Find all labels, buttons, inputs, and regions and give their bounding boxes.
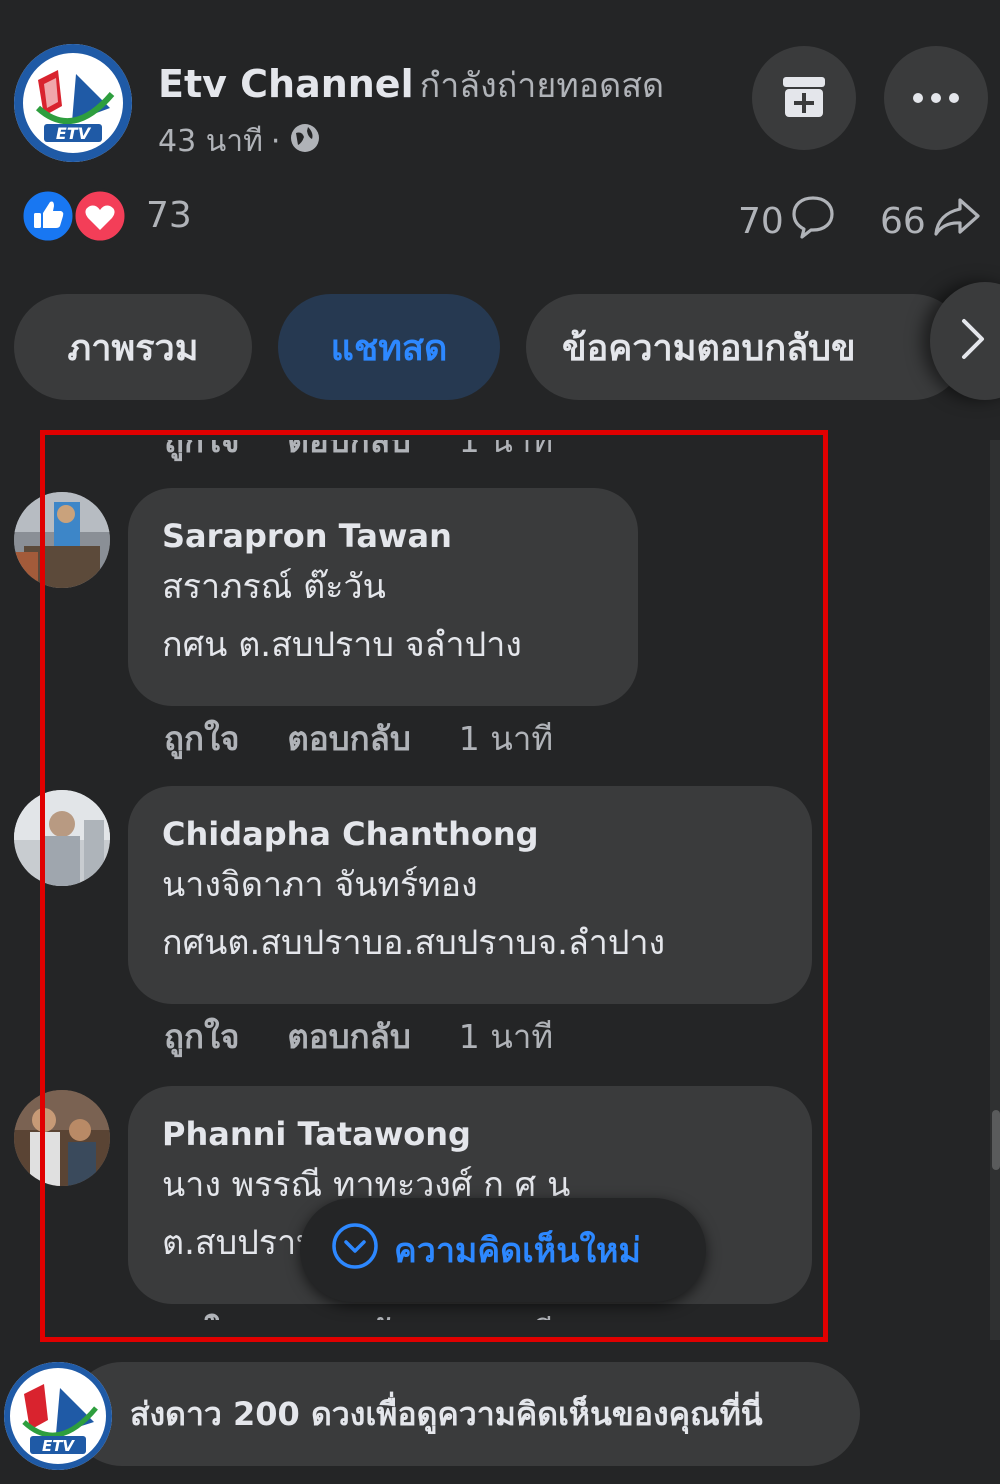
reply-link[interactable]: ตอบกลับ bbox=[287, 440, 410, 467]
tab-live-chat[interactable]: แชทสด bbox=[278, 294, 500, 400]
composer-placeholder: ส่งดาว 200 ดวงเพื่อดูความคิดเห็นของคุณที… bbox=[130, 1394, 763, 1433]
comment-bubble: Chidapha Chanthong นางจิดาภา จันทร์ทอง ก… bbox=[128, 786, 812, 1004]
post-title: Etv Channel กำลังถ่ายทอดสด bbox=[158, 58, 664, 112]
live-status: กำลังถ่ายทอดสด bbox=[419, 66, 665, 106]
comment-actions: ถูกใจ ตอบกลับ 1 นาที bbox=[164, 1306, 553, 1320]
like-link[interactable]: ถูกใจ bbox=[164, 712, 239, 765]
post-time[interactable]: 43 นาที bbox=[158, 118, 263, 165]
composer-avatar: ETV bbox=[4, 1362, 112, 1470]
chevron-down-circle-icon bbox=[330, 1221, 380, 1280]
tab-replies[interactable]: ข้อความตอบกลับข bbox=[526, 294, 966, 400]
comment-composer[interactable]: ส่งดาว 200 ดวงเพื่อดูความคิดเห็นของคุณที… bbox=[70, 1362, 860, 1466]
comment-text-line: นางจิดาภา จันทร์ทอง bbox=[162, 865, 478, 905]
reaction-count[interactable]: 73 bbox=[146, 195, 192, 236]
comment-count: 70 bbox=[738, 201, 784, 242]
more-options-button[interactable] bbox=[884, 46, 988, 150]
like-reaction-icon bbox=[20, 188, 76, 244]
avatar[interactable] bbox=[14, 1090, 110, 1186]
reply-link[interactable]: ตอบกลับ bbox=[287, 1306, 410, 1320]
comment-time[interactable]: 1 นาที bbox=[459, 1306, 553, 1320]
comment-time[interactable]: 1 นาที bbox=[459, 440, 553, 467]
comment-author[interactable]: Chidapha Chanthong bbox=[162, 812, 776, 856]
share-count-stat[interactable]: 66 bbox=[880, 194, 982, 249]
comment-text-line: กศน ต.สบปราบ จลำปาง bbox=[162, 625, 522, 665]
comment-actions-partial: ถูกใจ ตอบกลับ 1 นาที bbox=[164, 440, 553, 467]
avatar[interactable] bbox=[14, 790, 110, 886]
etv-logo-icon: ETV bbox=[6, 1364, 110, 1468]
comment-text-line: สราภรณ์ ต๊ะวัน bbox=[162, 567, 386, 607]
comment-time[interactable]: 1 นาที bbox=[459, 712, 553, 765]
like-link[interactable]: ถูกใจ bbox=[164, 1010, 239, 1063]
page-avatar-logo[interactable]: ETV bbox=[14, 44, 132, 162]
share-icon bbox=[932, 194, 982, 249]
love-reaction-icon bbox=[72, 188, 128, 244]
meta-separator: · bbox=[270, 124, 281, 159]
comment-icon bbox=[790, 194, 836, 249]
tab-overview[interactable]: ภาพรวม bbox=[14, 294, 252, 400]
comment-actions: ถูกใจ ตอบกลับ 1 นาที bbox=[164, 712, 553, 765]
reactions-summary[interactable] bbox=[20, 188, 132, 244]
reply-link[interactable]: ตอบกลับ bbox=[287, 1010, 410, 1063]
logo-text: ETV bbox=[42, 1437, 75, 1455]
more-icon bbox=[911, 89, 961, 108]
reply-link[interactable]: ตอบกลับ bbox=[287, 712, 410, 765]
globe-icon bbox=[288, 121, 322, 163]
comment-actions: ถูกใจ ตอบกลับ 1 นาที bbox=[164, 1010, 553, 1063]
new-comments-button[interactable]: ความคิดเห็นใหม่ bbox=[300, 1198, 706, 1302]
chevron-right-icon bbox=[960, 317, 986, 365]
comment-count-stat[interactable]: 70 bbox=[738, 194, 836, 249]
like-link[interactable]: ถูกใจ bbox=[164, 1306, 239, 1320]
comment-time[interactable]: 1 นาที bbox=[459, 1010, 553, 1063]
comment-bubble: Sarapron Tawan สราภรณ์ ต๊ะวัน กศน ต.สบปร… bbox=[128, 488, 638, 706]
comment-text-line: กศนต.สบปราบอ.สบปราบจ.ลำปาง bbox=[162, 923, 666, 963]
like-link[interactable]: ถูกใจ bbox=[164, 440, 239, 467]
logo-text: ETV bbox=[56, 124, 92, 143]
comment-author[interactable]: Sarapron Tawan bbox=[162, 514, 602, 558]
avatar[interactable] bbox=[14, 492, 110, 588]
new-comments-label: ความคิดเห็นใหม่ bbox=[394, 1231, 641, 1271]
bookmark-add-icon bbox=[779, 73, 829, 123]
post-meta: 43 นาที · bbox=[158, 118, 322, 165]
bookmark-add-button[interactable] bbox=[752, 46, 856, 150]
share-count: 66 bbox=[880, 201, 926, 242]
page-name[interactable]: Etv Channel bbox=[158, 62, 414, 106]
live-chat-comments: ถูกใจ ตอบกลับ 1 นาที Sarapron Tawan สราภ… bbox=[0, 440, 1000, 1320]
comment-author[interactable]: Phanni Tatawong bbox=[162, 1112, 776, 1156]
etv-logo-icon: ETV bbox=[17, 47, 129, 159]
